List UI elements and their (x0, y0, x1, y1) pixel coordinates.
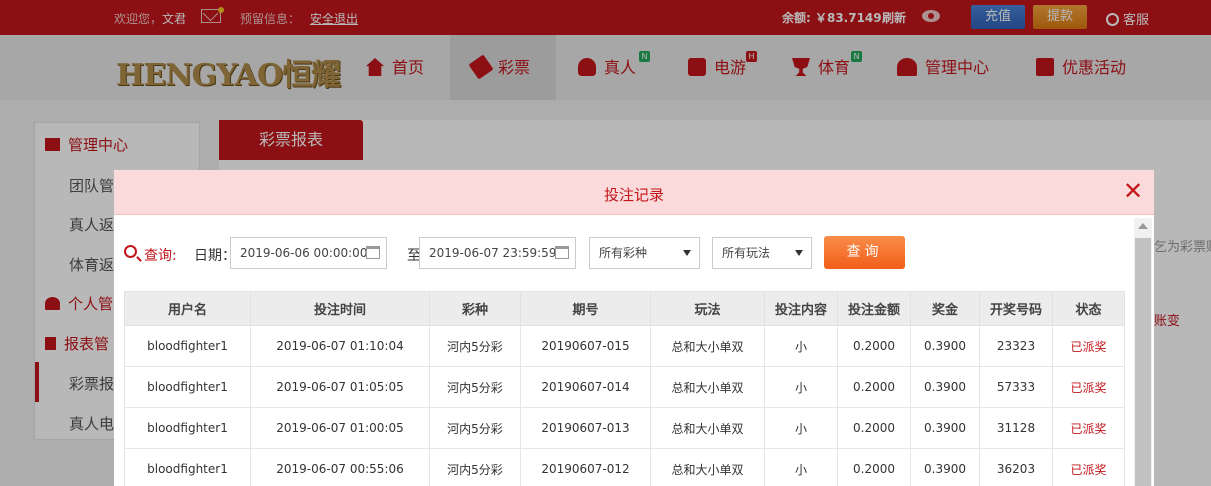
scrollbar-thumb[interactable] (1135, 238, 1151, 486)
modal-title: 投注记录 (603, 186, 664, 204)
status-badge: 已派奖 (1052, 448, 1125, 486)
col-lottery: 彩种 (429, 291, 521, 326)
col-username: 用户名 (124, 291, 251, 326)
col-play: 玩法 (650, 291, 765, 326)
col-bet-time: 投注时间 (250, 291, 430, 326)
bet-records-modal: 投注记录 ✕ 查询: 日期： 2019-06-06 00:00:00 至 201… (114, 170, 1154, 486)
search-icon (124, 245, 137, 258)
bet-records-table: 用户名 投注时间 彩种 期号 玩法 投注内容 投注金额 奖金 开奖号码 状态 b… (124, 291, 1125, 486)
lottery-type-select[interactable]: 所有彩种 (589, 237, 700, 269)
chevron-down-icon (795, 250, 803, 256)
query-label: 查询: (144, 248, 177, 264)
close-icon[interactable]: ✕ (1122, 179, 1144, 203)
status-badge: 已派奖 (1052, 366, 1125, 408)
search-button[interactable]: 查询 (824, 236, 905, 269)
table-row[interactable]: bloodfighter1 2019-06-07 01:10:04 河内5分彩 201… (124, 325, 1125, 367)
modal-header: 投注记录 ✕ (114, 170, 1154, 215)
col-draw-number: 开奖号码 (979, 291, 1053, 326)
table-header-row: 用户名 投注时间 彩种 期号 玩法 投注内容 投注金额 奖金 开奖号码 状态 (124, 291, 1125, 326)
status-badge: 已派奖 (1052, 325, 1125, 367)
col-bet-content: 投注内容 (764, 291, 838, 326)
col-status: 状态 (1052, 291, 1125, 326)
modal-overlay-top (0, 0, 1211, 100)
modal-scrollbar[interactable] (1134, 218, 1152, 486)
table-row[interactable]: bloodfighter1 2019-06-07 00:55:06 河内5分彩 201… (124, 448, 1125, 486)
chevron-down-icon (683, 250, 691, 256)
col-issue: 期号 (520, 291, 651, 326)
start-date-input[interactable]: 2019-06-06 00:00:00 (230, 237, 387, 269)
col-prize: 奖金 (910, 291, 980, 326)
status-badge: 已派奖 (1052, 407, 1125, 449)
col-bet-amount: 投注金额 (837, 291, 911, 326)
table-row[interactable]: bloodfighter1 2019-06-07 01:00:05 河内5分彩 201… (124, 407, 1125, 449)
end-date-input[interactable]: 2019-06-07 23:59:59 (419, 237, 576, 269)
calendar-icon[interactable] (366, 246, 380, 259)
table-row[interactable]: bloodfighter1 2019-06-07 01:05:05 河内5分彩 201… (124, 366, 1125, 408)
play-type-select[interactable]: 所有玩法 (712, 237, 812, 269)
scroll-up-icon[interactable] (1138, 223, 1148, 229)
calendar-icon[interactable] (555, 246, 569, 259)
